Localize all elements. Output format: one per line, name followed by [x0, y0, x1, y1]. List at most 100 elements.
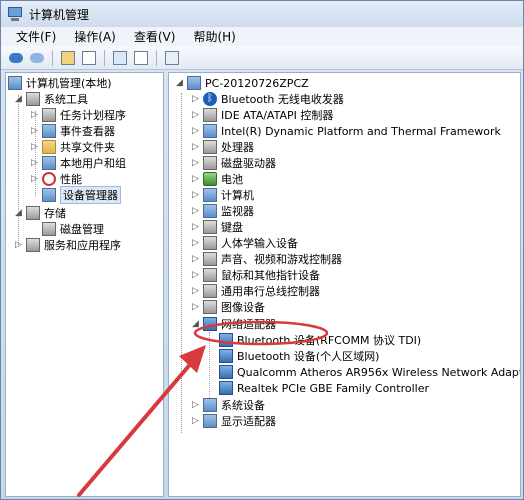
processor-icon [203, 140, 217, 154]
expand-arrow-icon: ▷ [192, 269, 199, 280]
tree-storage[interactable]: ◢ 存储 [14, 205, 66, 221]
expand-arrow-icon: ▷ [192, 237, 199, 248]
scan-hardware-icon [165, 50, 179, 65]
tree-disk-management[interactable]: 磁盘管理 [30, 221, 104, 237]
up-level-button[interactable] [59, 49, 77, 67]
device-manager-icon [42, 188, 56, 202]
device-root[interactable]: ◢ PC-20120726ZPCZ [175, 75, 309, 91]
device-category[interactable]: ▷ 图像设备 [191, 299, 265, 315]
expand-arrow-icon: ▷ [31, 157, 38, 168]
expand-arrow-icon: ▷ [31, 141, 38, 152]
ide-controller-icon [203, 108, 217, 122]
expand-arrow-icon: ▷ [15, 239, 22, 250]
device-category[interactable]: ▷ IDE ATA/ATAPI 控制器 [191, 107, 333, 123]
device-category[interactable]: ▷ 声音、视频和游戏控制器 [191, 251, 342, 267]
device-category[interactable]: ▷ 处理器 [191, 139, 254, 155]
disk-drive-icon [203, 156, 217, 170]
network-adapter-icon [219, 365, 233, 379]
back-arrow-icon [9, 52, 23, 63]
collapse-arrow-icon: ◢ [15, 93, 22, 104]
network-adapter-icon [203, 317, 217, 331]
properties-button[interactable] [132, 49, 150, 67]
computer-management-window: 计算机管理 文件(F) 操作(A) 查看(V) 帮助(H) 计算机管理(本地) … [0, 0, 524, 500]
expand-arrow-icon: ▷ [192, 253, 199, 264]
network-adapter-item[interactable]: Bluetooth 设备(个人区域网) [219, 348, 379, 364]
menu-view[interactable]: 查看(V) [125, 28, 185, 45]
collapse-arrow-icon: ◢ [15, 207, 22, 218]
performance-icon [42, 172, 56, 186]
expand-arrow-icon: ▷ [192, 399, 199, 410]
device-category[interactable]: ▷ 键盘 [191, 219, 243, 235]
menu-action[interactable]: 操作(A) [65, 28, 125, 45]
menu-file[interactable]: 文件(F) [7, 28, 65, 45]
device-category[interactable]: ▷ 显示适配器 [191, 413, 276, 429]
expand-arrow-icon: ▷ [192, 301, 199, 312]
forward-button[interactable] [28, 49, 46, 67]
show-hide-tree-button[interactable] [80, 49, 98, 67]
tree-system-tools[interactable]: ◢ 系统工具 [14, 91, 88, 107]
device-category[interactable]: ▷ 人体学输入设备 [191, 235, 298, 251]
tree-event-viewer[interactable]: ▷ 事件查看器 [30, 123, 115, 139]
menu-help[interactable]: 帮助(H) [184, 28, 244, 45]
help-button[interactable] [111, 49, 129, 67]
menu-bar: 文件(F) 操作(A) 查看(V) 帮助(H) [1, 27, 523, 46]
tree-services-apps[interactable]: ▷ 服务和应用程序 [14, 237, 121, 253]
event-viewer-icon [42, 124, 56, 138]
shared-folder-icon [42, 140, 56, 154]
device-category[interactable]: ▷ 监视器 [191, 203, 254, 219]
tree-task-scheduler[interactable]: ▷ 任务计划程序 [30, 107, 126, 123]
expand-arrow-icon: ▷ [192, 415, 199, 426]
computer-icon [187, 76, 201, 90]
device-category[interactable]: ▷ ᛒ Bluetooth 无线电收发器 [191, 91, 344, 107]
computer-management-icon [7, 6, 23, 22]
expand-arrow-icon: ▷ [192, 157, 199, 168]
expand-arrow-icon: ▷ [192, 173, 199, 184]
network-adapter-icon [219, 381, 233, 395]
expand-arrow-icon: ▷ [192, 93, 199, 104]
window-title: 计算机管理 [29, 7, 90, 22]
expand-arrow-icon: ▷ [192, 221, 199, 232]
folder-up-icon [61, 50, 75, 65]
system-devices-icon [203, 398, 217, 412]
network-adapter-icon [219, 333, 233, 347]
camera-icon [203, 300, 217, 314]
tree-root[interactable]: 计算机管理(本地) [8, 75, 112, 91]
device-category[interactable]: ▷ 计算机 [191, 187, 254, 203]
back-button[interactable] [7, 49, 25, 67]
device-category[interactable]: ▷ 磁盘驱动器 [191, 155, 276, 171]
device-category[interactable]: ▷ 电池 [191, 171, 243, 187]
tree-local-users[interactable]: ▷ 本地用户和组 [30, 155, 126, 171]
network-adapter-item[interactable]: Bluetooth 设备(RFCOMM 协议 TDI) [219, 332, 421, 348]
expand-arrow-icon: ▷ [192, 141, 199, 152]
network-adapter-item[interactable]: Qualcomm Atheros AR956x Wireless Network… [219, 364, 520, 380]
scan-hardware-button[interactable] [163, 49, 181, 67]
mouse-icon [203, 268, 217, 282]
console-tree-icon [82, 50, 96, 65]
forward-arrow-icon [30, 52, 44, 63]
users-icon [42, 156, 56, 170]
tree-performance[interactable]: ▷ 性能 [30, 171, 82, 187]
device-category[interactable]: ▷ 通用串行总线控制器 [191, 283, 320, 299]
expand-arrow-icon: ▷ [31, 173, 38, 184]
device-category[interactable]: ▷ 系统设备 [191, 397, 265, 413]
network-adapter-item[interactable]: Realtek PCIe GBE Family Controller [219, 380, 429, 396]
thermal-framework-icon [203, 124, 217, 138]
computer-icon [8, 76, 22, 90]
bluetooth-icon: ᛒ [203, 92, 217, 106]
properties-icon [134, 50, 148, 65]
toolbar-separator [104, 49, 105, 66]
monitor-icon [203, 204, 217, 218]
disk-icon [42, 222, 56, 236]
device-category-network-adapters[interactable]: ◢ 网络适配器 [191, 316, 276, 332]
sound-icon [203, 252, 217, 266]
battery-icon [203, 172, 217, 186]
console-tree-pane: 计算机管理(本地) ◢ 系统工具 ▷ 任务计划程序 ▷ 事件查看器 ▷ 共享文件… [5, 72, 164, 497]
tree-device-manager[interactable]: 设备管理器 [30, 186, 121, 204]
toolbar [1, 46, 523, 70]
toolbar-separator [156, 49, 157, 66]
clock-icon [42, 108, 56, 122]
device-category[interactable]: ▷ 鼠标和其他指针设备 [191, 267, 320, 283]
device-category[interactable]: ▷ Intel(R) Dynamic Platform and Thermal … [191, 123, 501, 139]
network-adapter-icon [219, 349, 233, 363]
tree-shared-folders[interactable]: ▷ 共享文件夹 [30, 139, 115, 155]
